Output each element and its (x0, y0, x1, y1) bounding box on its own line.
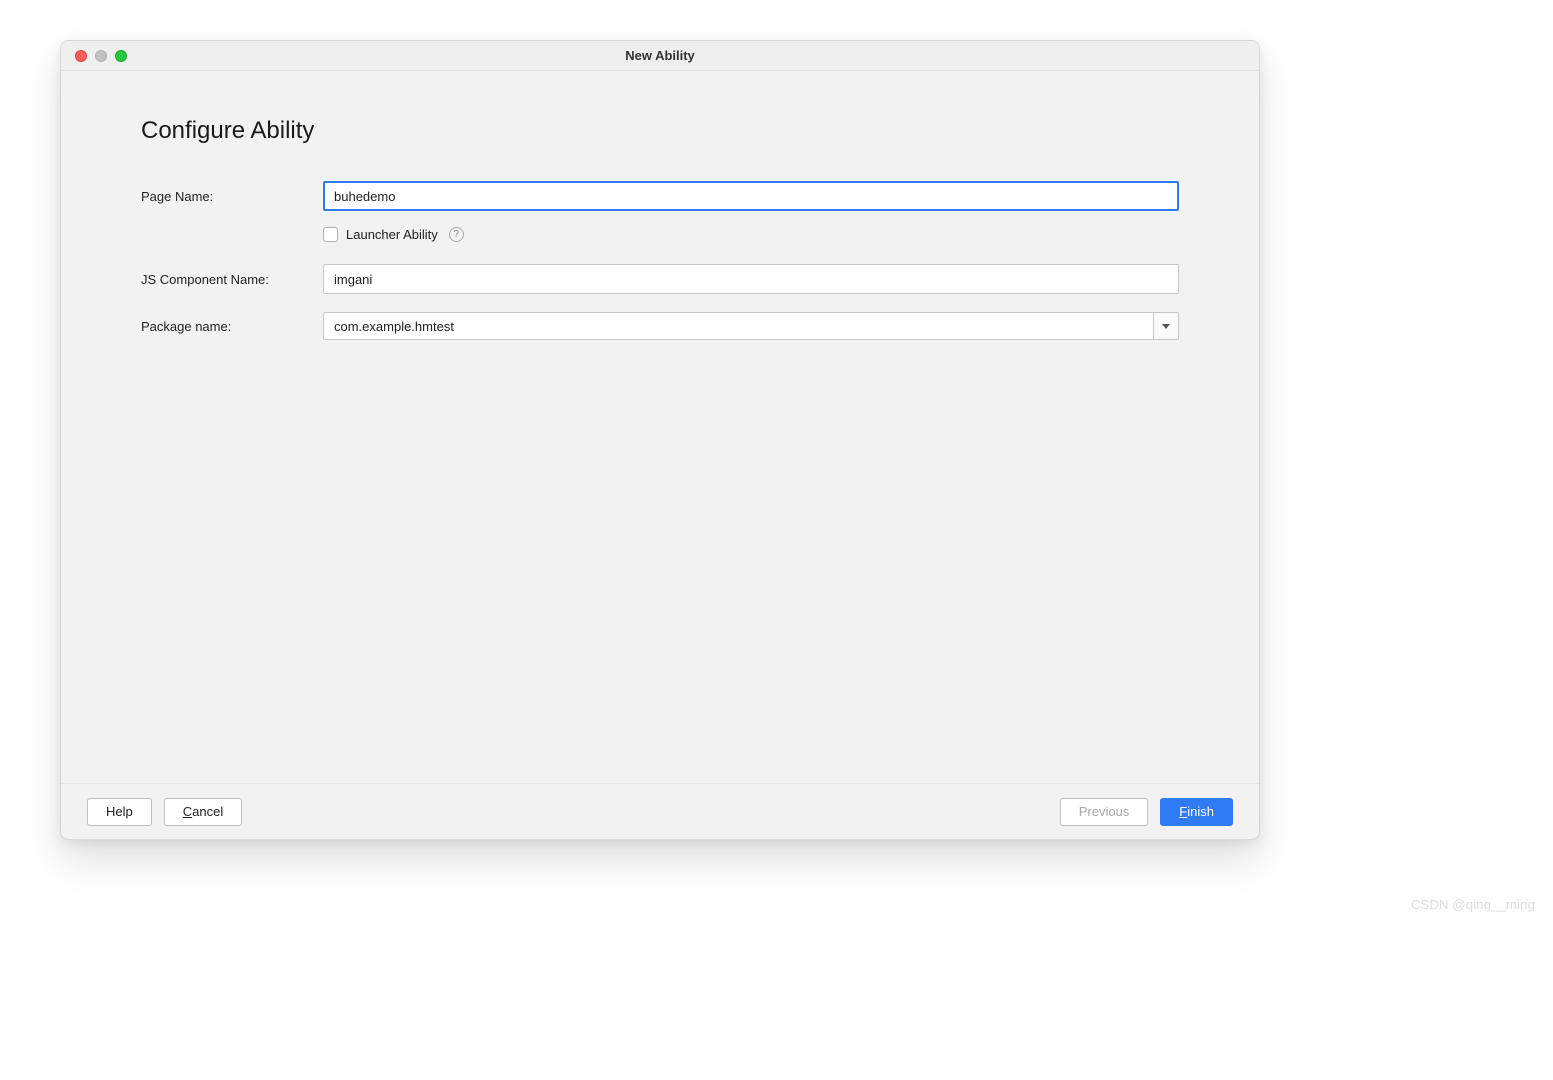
package-name-input[interactable] (323, 312, 1153, 340)
launcher-ability-checkbox[interactable] (323, 227, 338, 242)
chevron-down-icon (1162, 324, 1170, 329)
close-window-icon[interactable] (75, 50, 87, 62)
help-icon[interactable]: ? (449, 227, 464, 242)
window-controls (61, 50, 127, 62)
launcher-ability-row: Launcher Ability ? (141, 227, 1179, 242)
package-name-label: Package name: (141, 319, 323, 334)
section-heading: Configure Ability (141, 117, 1179, 145)
finish-button[interactable]: Finish (1160, 798, 1233, 826)
watermark-text: CSDN @qing__ming (1411, 897, 1535, 912)
cancel-button[interactable]: Cancel (164, 798, 242, 826)
js-component-name-row: JS Component Name: (141, 264, 1179, 294)
package-name-combobox[interactable] (323, 312, 1179, 340)
minimize-window-icon (95, 50, 107, 62)
package-name-dropdown-button[interactable] (1153, 312, 1179, 340)
maximize-window-icon[interactable] (115, 50, 127, 62)
window-title: New Ability (61, 48, 1259, 63)
button-bar: Help Cancel Previous Finish (61, 783, 1259, 839)
previous-button: Previous (1060, 798, 1149, 826)
help-button[interactable]: Help (87, 798, 152, 826)
package-name-row: Package name: (141, 312, 1179, 340)
page-name-label: Page Name: (141, 189, 323, 204)
launcher-ability-label: Launcher Ability (346, 227, 438, 242)
page-name-row: Page Name: (141, 181, 1179, 211)
titlebar: New Ability (61, 41, 1259, 71)
js-component-name-input[interactable] (323, 264, 1179, 294)
content-area: Configure Ability Page Name: Launcher Ab… (61, 71, 1259, 783)
js-component-name-label: JS Component Name: (141, 272, 323, 287)
new-ability-dialog: New Ability Configure Ability Page Name:… (60, 40, 1260, 840)
page-name-input[interactable] (323, 181, 1179, 211)
